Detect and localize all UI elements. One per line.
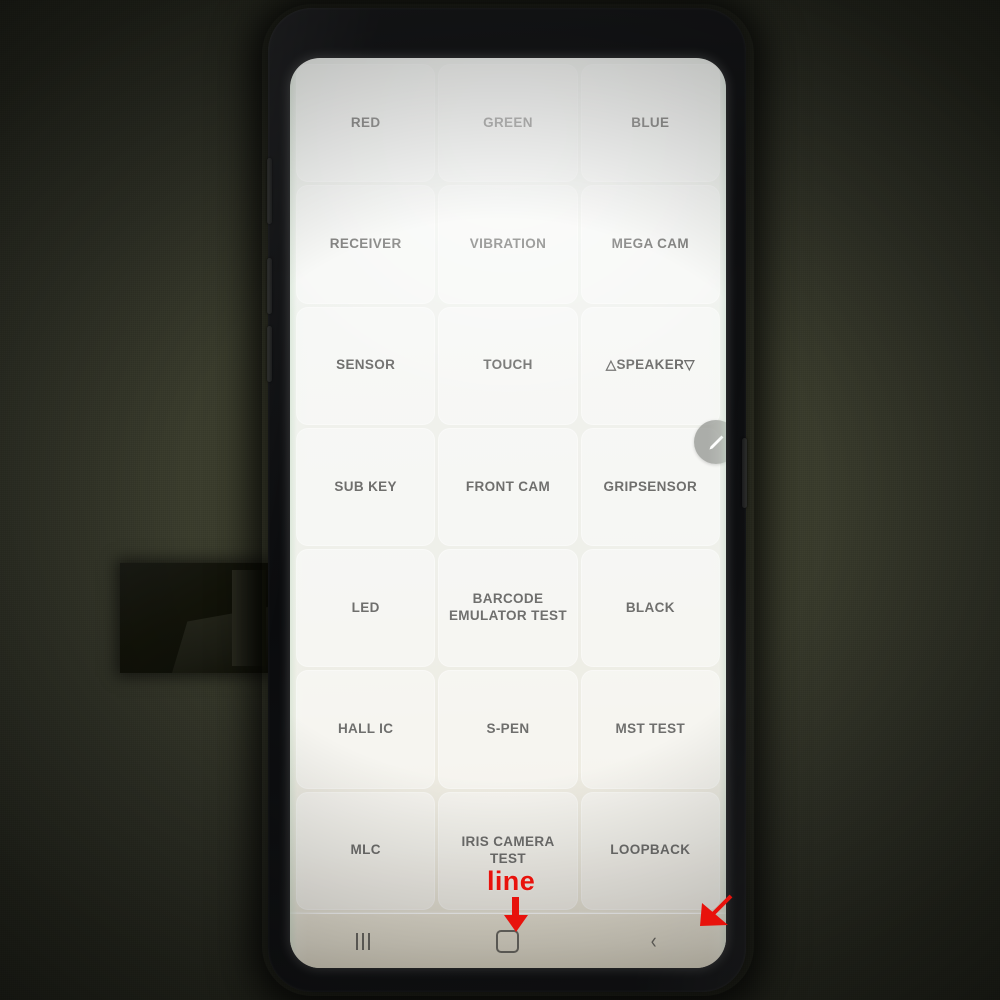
annotation-line-label: line — [487, 866, 536, 896]
annotation-down-arrow — [504, 897, 528, 932]
annotation-corner-arrow — [700, 894, 733, 926]
photo-vignette — [0, 0, 1000, 1000]
